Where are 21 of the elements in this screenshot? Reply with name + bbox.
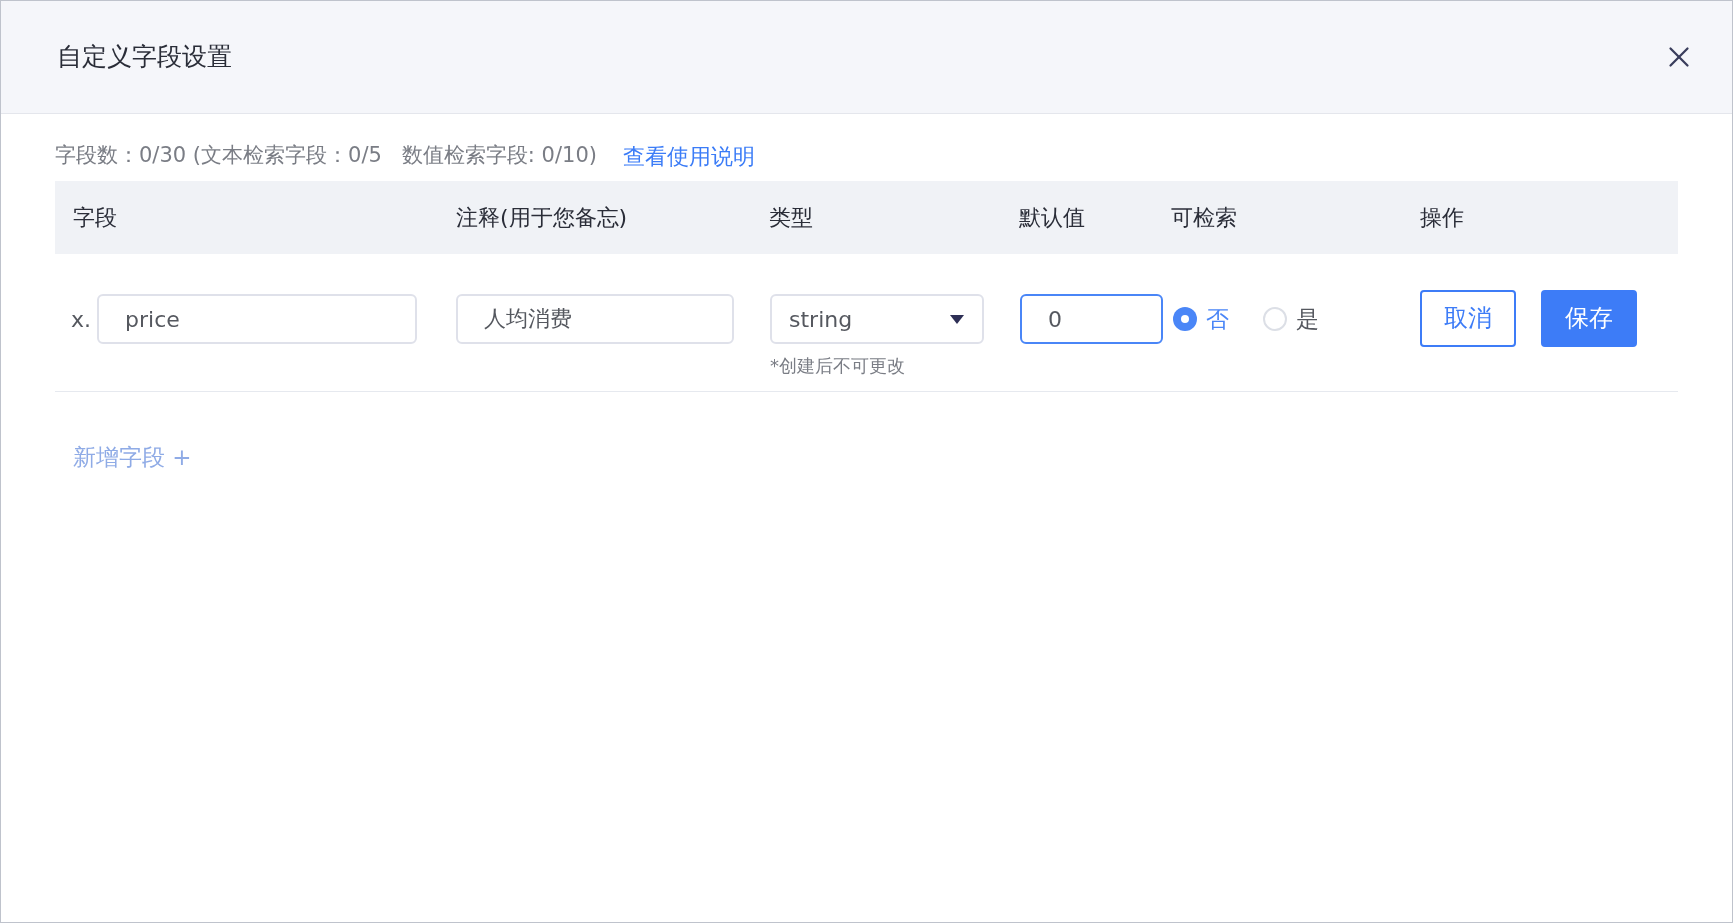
save-button[interactable]: 保存 [1541,289,1637,347]
field-name-input[interactable]: price [97,294,417,344]
type-hint: *创建后不可更改 [770,354,906,378]
radio-label: 是 [1296,304,1319,334]
radio-option[interactable]: 是 [1263,301,1319,337]
radio-label: 否 [1206,304,1229,334]
row-prefix: x. [71,305,91,334]
column-header: 注释(用于您备忘) [456,204,629,232]
column-header: 操作 [1420,204,1465,232]
default-value-input[interactable]: 0 [1020,294,1163,344]
cancel-button[interactable]: 取消 [1420,289,1516,347]
column-header: 类型 [769,204,814,232]
usage-guide-link[interactable]: 查看使用说明 [622,139,755,173]
field-count-summary: 字段数：0/30 (文本检索字段：0/5 数值检索字段: 0/10) [55,142,597,170]
dialog-title: 自定义字段设置 [57,41,232,74]
note-input[interactable]: 人均消费 [456,294,734,344]
column-header: 默认值 [1019,204,1086,232]
column-header: 可检索 [1171,204,1238,232]
column-header: 字段 [72,204,118,232]
caret-down-icon [950,314,964,324]
type-select[interactable]: string [770,294,984,344]
